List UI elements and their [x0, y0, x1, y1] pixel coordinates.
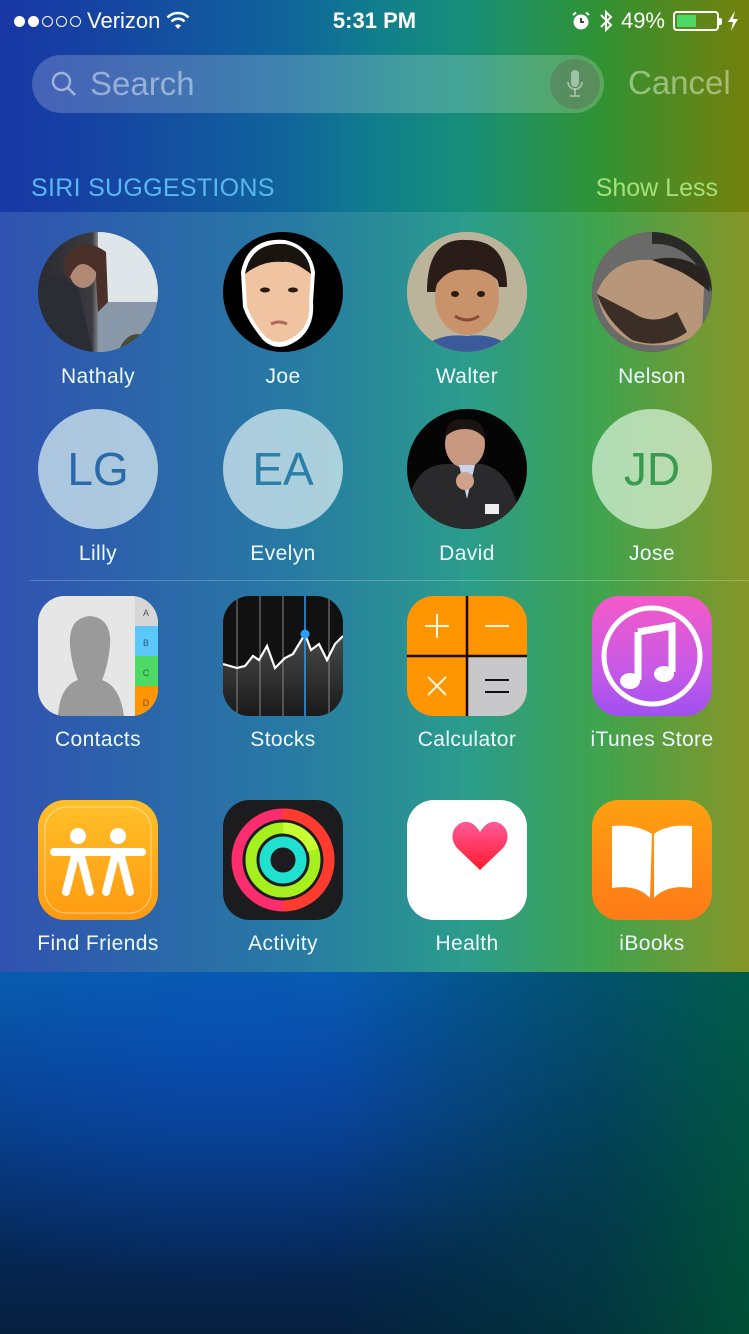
itunes-store-icon — [592, 596, 712, 716]
contact-name: Jose — [629, 542, 675, 565]
app-name: Activity — [248, 932, 318, 955]
avatar-initials: LG — [38, 409, 158, 529]
search-icon — [51, 71, 76, 96]
battery-percent: 49% — [620, 8, 665, 33]
contact-photo — [592, 232, 712, 352]
wallpaper-bottom — [0, 972, 749, 1334]
contact-photo — [412, 418, 517, 529]
contact-david[interactable]: David — [374, 409, 560, 566]
avatar-initials: EA — [223, 409, 343, 529]
app-health[interactable]: Health — [374, 800, 560, 956]
contact-jose[interactable]: JD Jose — [559, 409, 745, 566]
stocks-icon — [223, 596, 343, 716]
microphone-icon — [567, 70, 583, 97]
contact-nelson[interactable]: Nelson — [559, 232, 745, 389]
contact-walter[interactable]: Walter — [374, 232, 560, 389]
search-field[interactable] — [32, 55, 604, 113]
app-stocks[interactable]: Stocks — [190, 596, 376, 752]
suggestions-panel: Nathaly Joe Walter Nelson LG Lilly EA Ev… — [0, 212, 749, 972]
find-friends-icon — [38, 800, 158, 920]
contacts-tab-c: C — [143, 668, 150, 678]
show-less-button[interactable]: Show Less — [596, 174, 718, 203]
contact-name: Joe — [265, 365, 301, 388]
app-find-friends[interactable]: Find Friends — [5, 800, 191, 956]
contacts-icon: A B C D — [38, 596, 158, 716]
health-icon — [407, 800, 527, 920]
calculator-icon — [407, 596, 527, 716]
contact-joe[interactable]: Joe — [190, 232, 376, 389]
contact-photo — [407, 232, 527, 352]
avatar — [407, 232, 527, 352]
app-itunes-store[interactable]: iTunes Store — [559, 596, 745, 752]
contact-name: Nelson — [618, 365, 686, 388]
alarm-icon — [572, 11, 590, 30]
avatar — [407, 409, 527, 529]
app-ibooks[interactable]: iBooks — [559, 800, 745, 956]
contact-nathaly[interactable]: Nathaly — [5, 232, 191, 389]
status-right: 49% — [571, 8, 739, 34]
contacts-tab-d: D — [143, 698, 150, 708]
contact-name: Nathaly — [60, 365, 135, 388]
contact-lilly[interactable]: LG Lilly — [5, 409, 191, 566]
avatar-initials: JD — [592, 409, 712, 529]
dictation-button[interactable] — [550, 59, 600, 109]
app-calculator[interactable]: Calculator — [374, 596, 560, 752]
battery-icon — [673, 11, 722, 31]
avatar — [38, 232, 158, 352]
app-name: iTunes Store — [590, 728, 714, 751]
charging-bolt-icon — [728, 11, 738, 31]
contact-name: Evelyn — [250, 542, 316, 565]
status-bar: Verizon 5:31 PM 49% — [0, 0, 749, 40]
activity-icon — [223, 800, 343, 920]
app-name: Calculator — [417, 728, 517, 751]
contacts-tab-b: B — [143, 638, 149, 648]
app-name: Contacts — [54, 728, 142, 751]
battery-level — [677, 15, 696, 27]
app-name: Find Friends — [37, 932, 159, 955]
cancel-button[interactable]: Cancel — [628, 64, 731, 102]
search-input[interactable] — [90, 65, 510, 103]
avatar — [223, 232, 343, 352]
app-name: Stocks — [250, 728, 316, 751]
contact-name: Walter — [435, 365, 499, 388]
avatar — [592, 232, 712, 352]
contact-evelyn[interactable]: EA Evelyn — [190, 409, 376, 566]
contact-initials: EA — [252, 443, 314, 495]
contact-photo — [241, 239, 315, 347]
contact-photo — [38, 232, 158, 352]
app-activity[interactable]: Activity — [190, 800, 376, 956]
contact-initials: LG — [67, 443, 129, 495]
contact-initials: JD — [623, 443, 681, 495]
ibooks-icon — [592, 800, 712, 920]
contact-name: Lilly — [78, 542, 118, 565]
bluetooth-icon — [600, 9, 613, 33]
app-name: Health — [435, 932, 499, 955]
app-contacts[interactable]: A B C D Contacts — [5, 596, 191, 752]
siri-suggestions-title: SIRI SUGGESTIONS — [31, 174, 275, 202]
contacts-apps-divider — [30, 580, 749, 581]
contact-name: David — [439, 542, 495, 565]
contacts-tab-a: A — [143, 608, 149, 618]
app-name: iBooks — [619, 932, 685, 955]
